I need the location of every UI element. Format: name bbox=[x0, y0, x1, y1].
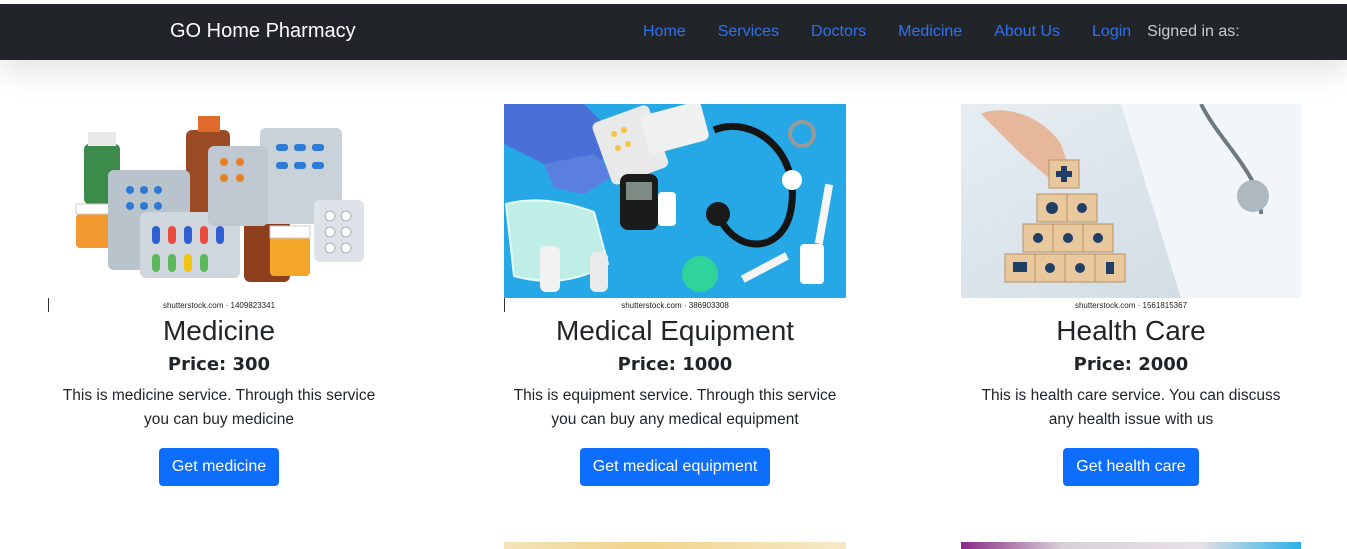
card-description: This is health care service. You can dis… bbox=[981, 387, 1281, 428]
health-care-image bbox=[961, 104, 1301, 298]
card-description: This is medicine service. Through this s… bbox=[62, 387, 376, 428]
equipment-image bbox=[504, 104, 846, 298]
service-card-equipment: shutterstock.com · 386903308 Medical Equ… bbox=[504, 104, 846, 486]
service-card-medicine: shutterstock.com · 1409823341 Medicine P… bbox=[48, 104, 390, 486]
get-medicine-button[interactable]: Get medicine bbox=[158, 448, 280, 486]
card-title: Medicine bbox=[162, 315, 276, 346]
get-equipment-button[interactable]: Get medical equipment bbox=[579, 448, 771, 486]
nav-services-link[interactable]: Services bbox=[718, 23, 779, 41]
signed-in-label: Signed in as: bbox=[1147, 23, 1240, 40]
nav-links: Home Services Doctors Medicine About Us … bbox=[643, 23, 1240, 41]
text-caret bbox=[504, 298, 505, 312]
service-card-health-care: shutterstock.com · 1561815367 Health Car… bbox=[961, 104, 1301, 486]
nav-medicine-link[interactable]: Medicine bbox=[898, 23, 962, 41]
nav-login-link[interactable]: Login bbox=[1092, 23, 1131, 41]
card-description: This is equipment service. Through this … bbox=[513, 387, 837, 428]
image-credit: shutterstock.com · 1561815367 bbox=[1074, 301, 1188, 310]
image-credit: shutterstock.com · 386903308 bbox=[621, 301, 729, 310]
text-caret bbox=[48, 298, 49, 312]
card-price: Price: 1000 bbox=[617, 354, 733, 375]
nav-about-link[interactable]: About Us bbox=[994, 23, 1060, 41]
card-price: Price: 2000 bbox=[1073, 354, 1189, 375]
image-credit: shutterstock.com · 1409823341 bbox=[162, 301, 276, 310]
brand-logo[interactable]: GO Home Pharmacy bbox=[170, 20, 356, 43]
medicine-image bbox=[48, 104, 390, 298]
navbar: GO Home Pharmacy Home Services Doctors M… bbox=[0, 4, 1347, 60]
next-card-image bbox=[504, 542, 846, 549]
card-title: Health Care bbox=[1056, 315, 1206, 346]
card-title: Medical Equipment bbox=[555, 315, 795, 346]
get-health-care-button[interactable]: Get health care bbox=[1063, 448, 1199, 486]
nav-home-link[interactable]: Home bbox=[643, 23, 686, 41]
next-card-image bbox=[961, 542, 1301, 549]
nav-doctors-link[interactable]: Doctors bbox=[811, 23, 866, 41]
card-price: Price: 300 bbox=[167, 354, 271, 375]
